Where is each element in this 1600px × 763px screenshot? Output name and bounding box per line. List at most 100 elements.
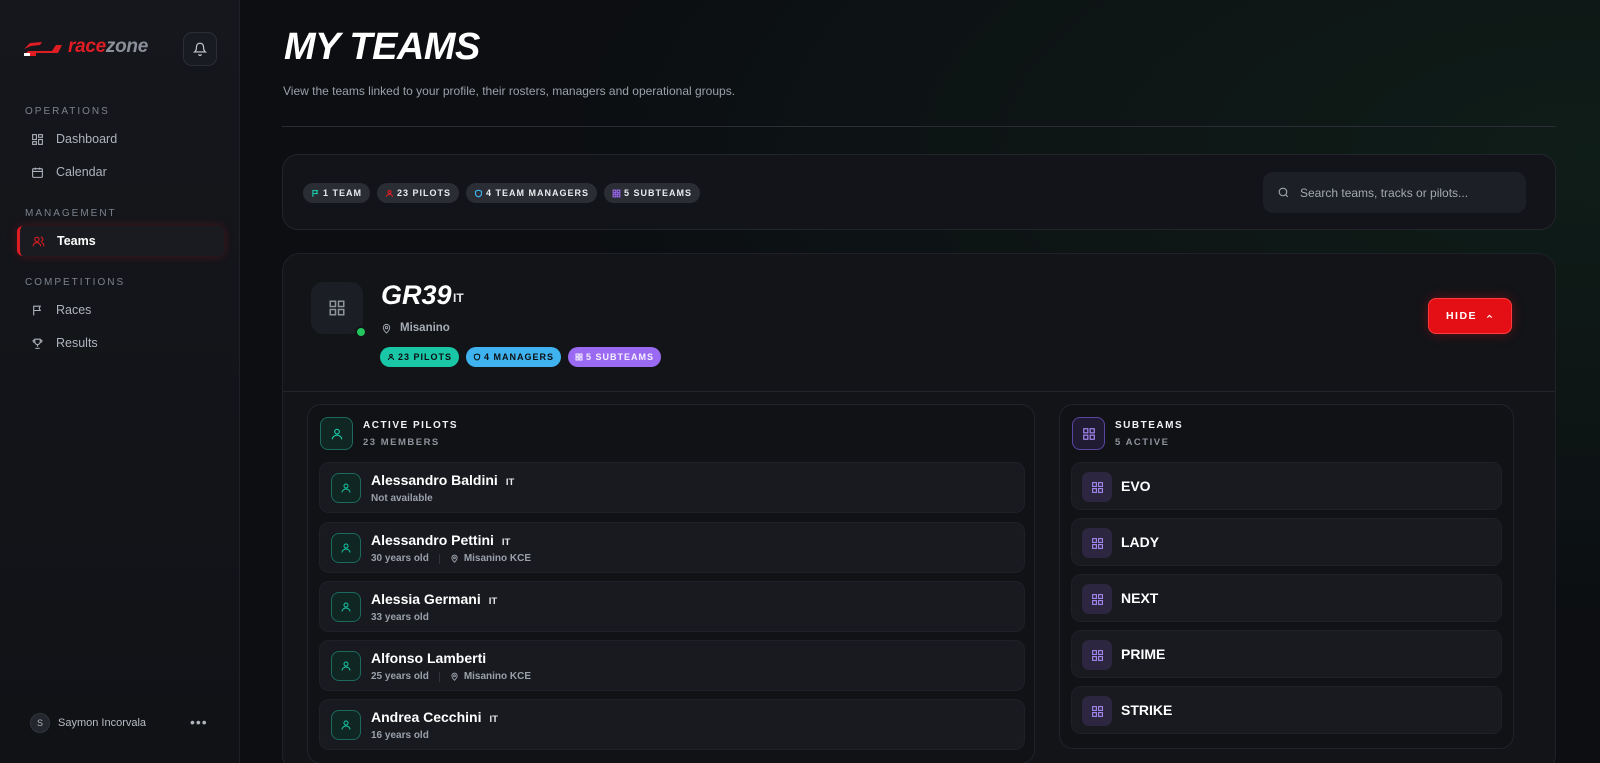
user-icon [341,543,351,553]
user-icon [387,353,395,361]
user-icon [341,602,351,612]
racezone-logo[interactable]: racezone [22,36,148,58]
divider [282,126,1556,127]
pilot-row[interactable]: Alfonso Lamberti 25 years old Misanino K… [319,640,1025,691]
summary-chips: 1 TEAM 23 PILOTS 4 TEAM MANAGERS 5 SUBTE… [303,183,701,203]
team-card: GR39 IT Misanino 23 PILOTS 4 MANAGERS 5 … [282,253,1556,763]
avatar: S [30,713,50,733]
calendar-icon [32,167,43,178]
user-profile[interactable]: S Saymon Incorvala ••• [30,712,210,734]
grid-icon [1091,649,1103,661]
pilot-name: Alessia Germani IT [371,591,498,607]
badge-subteams: 5 SUBTEAMS [568,347,662,367]
badge-pilots: 23 PILOTS [380,347,460,367]
sidebar-item-teams[interactable]: Teams [17,226,224,256]
map-pin-icon [451,672,458,681]
pilot-meta: 16 years old [371,730,429,741]
user-icon [341,483,351,493]
sidebar-item-label: Teams [57,234,96,248]
pilot-avatar [331,592,361,622]
sidebar-item-calendar[interactable]: Calendar [17,157,224,187]
search-box[interactable] [1263,172,1526,213]
sidebar-item-races[interactable]: Races [17,295,224,325]
flag-icon [33,305,42,315]
subteam-icon [1082,584,1112,614]
panel-title: SUBTEAMS [1115,420,1184,431]
pilot-meta: 33 years old [371,612,429,623]
subteam-icon [1082,528,1112,558]
chevron-up-icon [1486,314,1493,318]
pilot-meta: 30 years old Misanino KCE [371,553,532,564]
pilots-panel-icon [320,417,353,450]
team-header: GR39 IT Misanino 23 PILOTS 4 MANAGERS 5 … [283,254,1555,392]
pilot-meta: 25 years old Misanino KCE [371,671,532,682]
hide-button[interactable]: HIDE [1428,298,1512,334]
grid-icon [1091,481,1103,493]
pilot-country: IT [488,596,498,607]
pilot-meta: Not available [371,493,433,504]
pilot-row[interactable]: Alessia Germani IT 33 years old [319,581,1025,632]
grid-icon [1091,593,1103,605]
grid-icon [329,300,345,316]
pilot-name: Alessandro Baldini IT [371,472,515,488]
search-input[interactable] [1300,185,1510,200]
grid-icon [1091,537,1103,549]
chip-subteams: 5 SUBTEAMS [604,183,701,203]
sidebar-item-results[interactable]: Results [17,328,224,358]
flag-icon [312,189,319,197]
subteam-row[interactable]: EVO [1071,462,1502,510]
pilot-country: IT [505,477,515,488]
logo-row: racezone [22,32,218,68]
grid-icon [1091,705,1103,717]
chip-pilots: 23 PILOTS [377,183,460,203]
subteam-row[interactable]: NEXT [1071,574,1502,622]
pilot-row[interactable]: Andrea Cecchini IT 16 years old [319,699,1025,750]
team-logo [311,282,363,334]
panel-subtitle: 5 ACTIVE [1115,437,1170,448]
user-icon [385,189,394,197]
search-icon [1278,187,1289,198]
more-options-button[interactable]: ••• [190,714,208,730]
sidebar-item-label: Calendar [56,165,107,179]
panel-subtitle: 23 MEMBERS [363,437,440,448]
sidebar-item-label: Results [56,336,98,350]
pilot-row[interactable]: Alessandro Baldini IT Not available [319,462,1025,513]
user-icon [341,661,351,671]
sidebar-item-dashboard[interactable]: Dashboard [17,124,224,154]
user-name: Saymon Incorvala [58,717,147,729]
grid-icon [1082,427,1095,440]
subteam-name: LADY [1121,534,1160,550]
logo-mark-icon [24,42,62,56]
sidebar-item-label: Dashboard [56,132,118,146]
subteam-name: PRIME [1121,646,1166,662]
chip-teams: 1 TEAM [303,183,371,203]
page-title: MY TEAMS [284,26,480,68]
grid-icon [575,353,583,361]
status-indicator [355,326,367,338]
team-location: Misanino [381,322,450,334]
section-label-operations: OPERATIONS [25,106,110,117]
summary-toolbar: 1 TEAM 23 PILOTS 4 TEAM MANAGERS 5 SUBTE… [282,154,1556,230]
user-icon [341,720,351,730]
pilot-country: IT [501,537,511,548]
subteams-panel-icon [1072,417,1105,450]
team-country: IT [453,291,464,305]
sidebar: racezone OPERATIONS Dashboard Calendar M… [0,0,240,763]
section-label-competitions: COMPETITIONS [25,277,126,288]
subteam-row[interactable]: PRIME [1071,630,1502,678]
team-badges: 23 PILOTS 4 MANAGERS 5 SUBTEAMS [380,347,662,367]
badge-managers: 4 MANAGERS [466,347,562,367]
main-content: MY TEAMS View the teams linked to your p… [240,0,1600,763]
subteam-icon [1082,640,1112,670]
pilot-avatar [331,710,361,740]
page-subtitle: View the teams linked to your profile, t… [283,84,736,98]
notifications-button[interactable] [183,32,217,66]
pilot-name: Andrea Cecchini IT [371,709,498,725]
bell-icon [193,42,207,56]
pilot-row[interactable]: Alessandro Pettini IT 30 years old Misani… [319,522,1025,573]
team-name: GR39 [381,280,452,310]
subteams-panel: SUBTEAMS 5 ACTIVE EVO LADY NEXT PRIME ST… [1059,404,1514,749]
subteam-row[interactable]: STRIKE [1071,686,1502,734]
subteam-name: STRIKE [1121,702,1173,718]
subteam-row[interactable]: LADY [1071,518,1502,566]
